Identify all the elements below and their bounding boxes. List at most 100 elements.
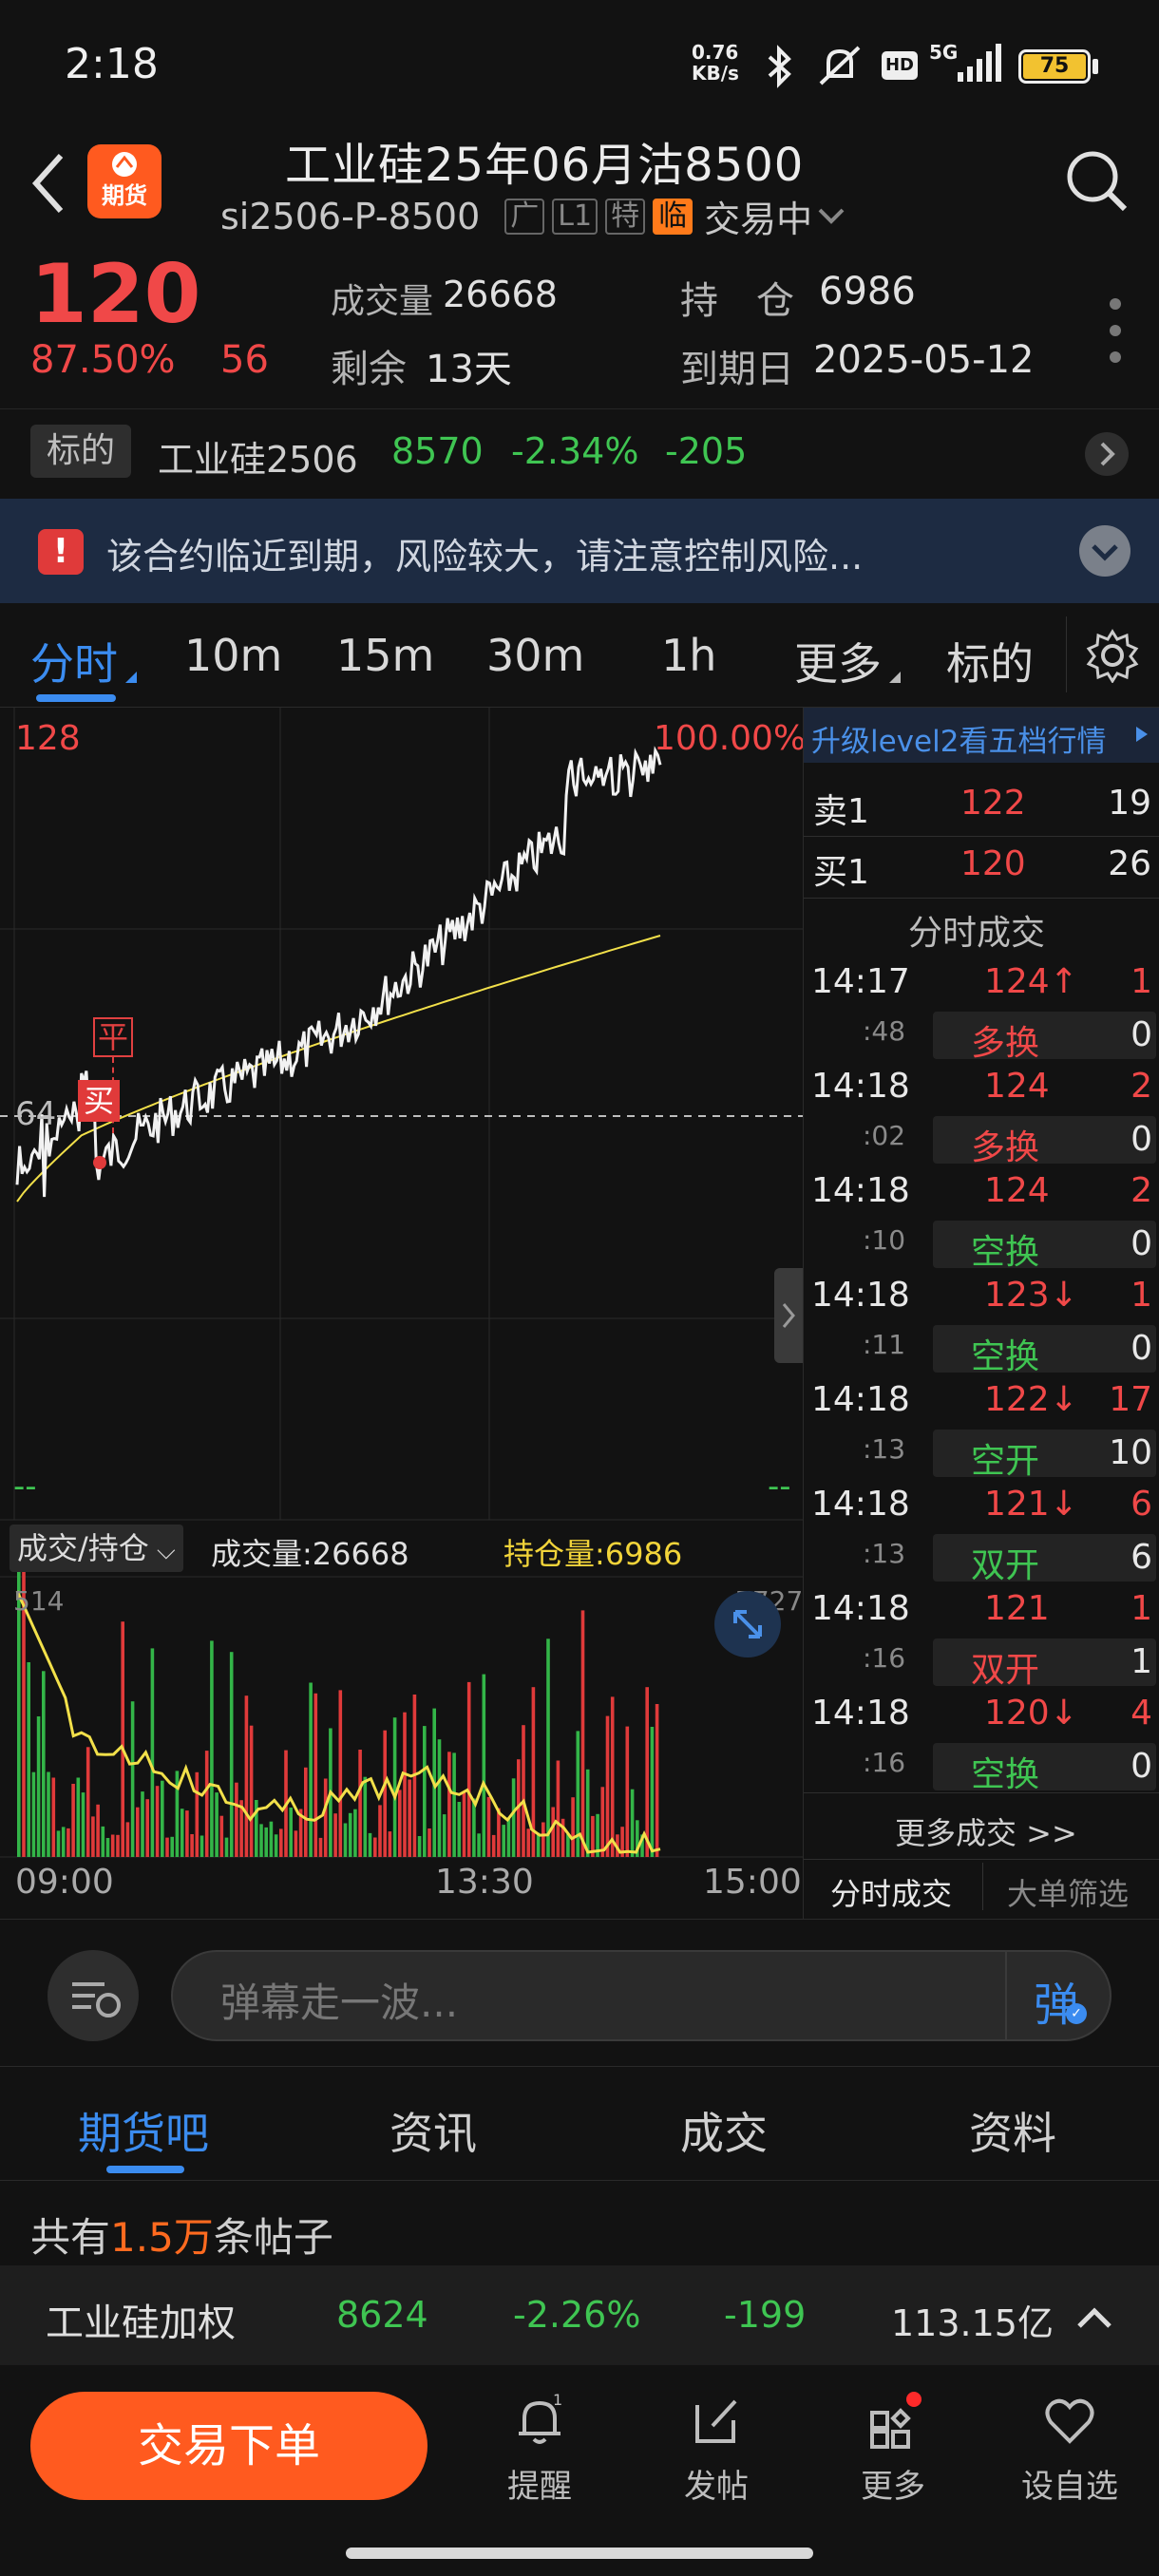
volume-bar: [486, 1796, 491, 1857]
tab-info[interactable]: 资料: [969, 2099, 1056, 2162]
volume-bar: [353, 1809, 357, 1857]
gear-icon[interactable]: [1085, 628, 1140, 683]
chevron-down-icon: ⌵: [148, 1537, 176, 1565]
tab-deals[interactable]: 成交: [680, 2099, 768, 2162]
subtitle-row: si2506-P-8500 广 L1 特 临 交易中: [220, 190, 850, 242]
last-price: 120: [30, 247, 201, 342]
danmu-bar: 弹幕走一波... 弹 ✓: [0, 1919, 1159, 2066]
risk-warning-banner[interactable]: ! 该合约临近到期，风险较大，请注意控制风险...: [0, 499, 1159, 603]
volume-bar: [576, 1731, 580, 1857]
tab-15m[interactable]: 15m: [336, 630, 434, 681]
intraday-chart[interactable]: 128 100.00% 64 -- -- 平 买 成交/持仓 ⌵ 成交量:266…: [0, 708, 807, 1919]
danmu-toggle[interactable]: [48, 1950, 139, 2041]
search-icon[interactable]: [1064, 148, 1130, 215]
tab-intraday[interactable]: 分时: [30, 630, 118, 692]
tab-30m[interactable]: 30m: [486, 630, 584, 681]
tab-more[interactable]: 更多: [794, 630, 882, 692]
trade-order-button[interactable]: 交易下单: [30, 2392, 428, 2500]
trade-type: 双开: [971, 1546, 1040, 1585]
trade-time: 14:18: [811, 1067, 910, 1106]
fullscreen-button[interactable]: [714, 1591, 781, 1657]
volume-bar: [155, 1786, 160, 1857]
post-button[interactable]: 发帖: [650, 2392, 783, 2507]
volume-bar: [195, 1771, 200, 1857]
tab-underlying[interactable]: 标的: [946, 630, 1034, 692]
tab-forum[interactable]: 期货吧: [78, 2099, 209, 2162]
x-axis-start: 09:00: [15, 1863, 114, 1902]
trade-type: 空开: [971, 1442, 1040, 1481]
trade-seconds: :48: [863, 1015, 906, 1047]
level2-upgrade-banner[interactable]: 升级level2看五档行情: [804, 708, 1159, 763]
remain-value: 13天: [426, 348, 512, 391]
index-ticker[interactable]: 工业硅加权 8624 -2.26% -199 113.15亿: [0, 2265, 1159, 2365]
expand-icon[interactable]: [1077, 523, 1132, 578]
warning-icon: !: [38, 529, 84, 575]
underlying-price: 8570: [391, 430, 484, 472]
trade-price: 121: [984, 1589, 1050, 1628]
tab-active-indicator: [106, 2166, 184, 2173]
volume-bar: [378, 1805, 382, 1857]
volume-bar: [185, 1810, 189, 1857]
remind-button[interactable]: 1 提醒: [473, 2391, 606, 2507]
volume-bar: [121, 1621, 124, 1857]
divider: [804, 898, 1159, 899]
more-vertical-icon[interactable]: [1106, 294, 1125, 367]
chevron-up-icon[interactable]: [1072, 2298, 1117, 2336]
divider: [804, 1859, 1159, 1860]
volume-bar: [294, 1830, 298, 1857]
trade-type-box: 多换: [933, 1012, 1156, 1063]
volume-bar: [605, 1715, 610, 1857]
play-arrow-icon: [1136, 727, 1148, 742]
underlying-row[interactable]: 标的 工业硅2506 8570 -2.34% -205: [0, 408, 1159, 499]
tab-large-orders[interactable]: 大单筛选: [1007, 1870, 1129, 1914]
underlying-change: -205: [665, 430, 748, 472]
tab-trades[interactable]: 分时成交: [830, 1870, 952, 1914]
more-button[interactable]: 更多: [826, 2392, 960, 2507]
volume-bar: [358, 1750, 362, 1857]
tab-news[interactable]: 资讯: [390, 2099, 477, 2162]
chevron-down-icon[interactable]: [812, 202, 850, 231]
tag-te: 特: [605, 198, 646, 235]
trades-section-title: 分时成交: [908, 914, 1046, 953]
volume-bar: [502, 1825, 505, 1857]
volume-bar: [655, 1704, 659, 1857]
watchlist-button[interactable]: 设自选: [1003, 2392, 1136, 2507]
close-position-marker[interactable]: 平: [93, 1017, 133, 1057]
trade-type: 双开: [971, 1651, 1040, 1690]
expand-arrows-icon: [733, 1610, 762, 1638]
trade-seconds: :11: [863, 1329, 906, 1360]
ask1-label: 卖1: [813, 792, 869, 831]
tab-10m[interactable]: 10m: [184, 630, 282, 681]
order-book-panel: 升级level2看五档行情 卖1 122 19 买1 120 26 分时成交 1…: [803, 708, 1159, 1919]
trade-type-box: 空换: [933, 1325, 1156, 1376]
y-axis-max-pct: 100.00%: [654, 719, 807, 758]
volume-bar: [630, 1789, 635, 1857]
trade-type-box: 双开: [933, 1534, 1156, 1585]
tab-1h[interactable]: 1h: [661, 630, 716, 681]
volume-bar: [145, 1799, 149, 1857]
volume-bar: [91, 1816, 95, 1857]
danmu-input[interactable]: 弹幕走一波... 弹 ✓: [171, 1950, 1112, 2041]
side-panel-toggle[interactable]: [774, 1268, 803, 1363]
volume-bar: [423, 1726, 427, 1857]
volume-bar: [101, 1826, 105, 1857]
volume-bar: [566, 1834, 570, 1857]
more-trades-link[interactable]: 更多成交 >>: [895, 1809, 1077, 1853]
chevron-right-icon[interactable]: [1083, 430, 1130, 478]
volume-bar: [452, 1752, 456, 1857]
buy-marker[interactable]: 买: [78, 1080, 120, 1122]
volume-bar: [161, 1780, 164, 1857]
volume-bar: [190, 1834, 194, 1857]
volume-bar: [27, 1662, 30, 1857]
underlying-name: 工业硅2506: [158, 439, 358, 481]
trade-status[interactable]: 交易中: [704, 190, 812, 242]
oi-value: 6986: [819, 270, 916, 313]
volume-indicator-select[interactable]: 成交/持仓 ⌵: [10, 1525, 183, 1572]
back-icon[interactable]: [27, 150, 68, 217]
trade-volume: 2: [1130, 1171, 1152, 1210]
trade-type: 多换: [971, 1024, 1040, 1063]
volume-bar: [383, 1730, 387, 1857]
volume-bar: [348, 1812, 352, 1857]
volume-bar: [170, 1836, 174, 1857]
volume-bar: [269, 1821, 274, 1857]
